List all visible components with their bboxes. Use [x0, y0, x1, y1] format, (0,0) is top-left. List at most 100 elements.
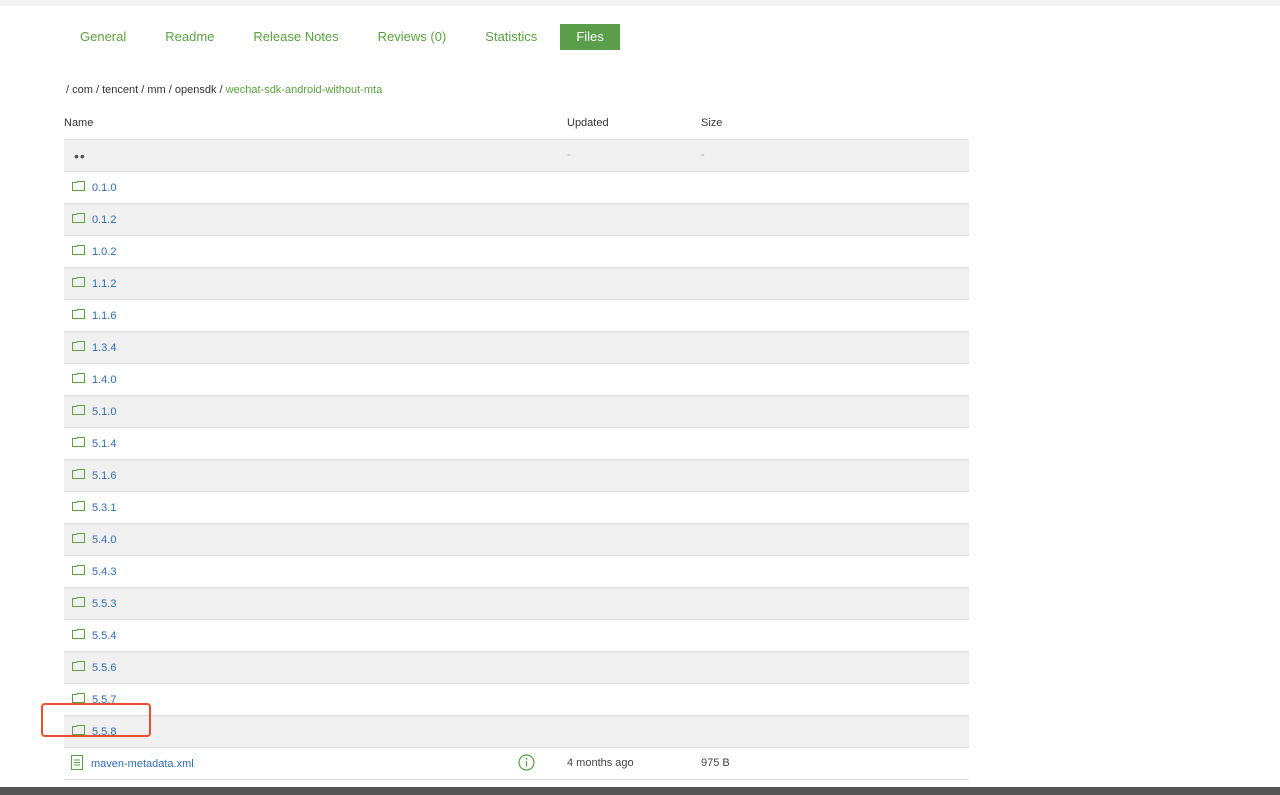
bottom-bar: [0, 787, 1280, 795]
folder-icon: [72, 405, 92, 418]
folder-link[interactable]: 1.3.4: [72, 332, 116, 363]
folder-icon: [72, 373, 92, 386]
tab-reviews[interactable]: Reviews (0): [362, 24, 463, 50]
breadcrumb-separator: /: [168, 84, 172, 96]
folder-icon: [72, 501, 92, 514]
folder-name: 5.3.1: [92, 501, 117, 514]
table-row[interactable]: 5.4.3: [64, 556, 969, 588]
info-icon[interactable]: [518, 754, 535, 771]
folder-name: 5.5.3: [92, 597, 117, 610]
breadcrumb-current: wechat-sdk-android-without-mta: [225, 84, 383, 96]
table-row[interactable]: 0.1.0: [64, 172, 969, 204]
column-header-size: Size: [701, 117, 723, 129]
table-row[interactable]: 0.1.2: [64, 204, 969, 236]
folder-link[interactable]: 1.0.2: [72, 236, 116, 267]
table-row[interactable]: 5.5.3: [64, 588, 969, 620]
folder-icon: [72, 629, 92, 642]
folder-name: 1.3.4: [92, 341, 117, 354]
breadcrumb-item-opensdk[interactable]: opensdk: [175, 84, 217, 96]
tab-release-notes[interactable]: Release Notes: [237, 24, 354, 50]
folder-icon: [72, 309, 92, 322]
tab-files[interactable]: Files: [560, 24, 620, 50]
folder-link[interactable]: 5.4.0: [72, 524, 116, 555]
table-row[interactable]: 1.0.2: [64, 236, 969, 268]
table-row[interactable]: 5.5.7: [64, 684, 969, 716]
table-row[interactable]: 5.1.6: [64, 460, 969, 492]
updated-cell: -: [567, 149, 571, 161]
table-row[interactable]: 1.1.2: [64, 268, 969, 300]
table-body: •• - - 0.1.0 0.1.2 1.0.2 1.1.2 1.1.6 1.3.4 1.4.0 5…: [64, 140, 969, 780]
tab-statistics[interactable]: Statistics: [469, 24, 553, 50]
breadcrumb: / com / tencent / mm / opensdk / wechat-…: [66, 84, 382, 96]
breadcrumb-item-mm[interactable]: mm: [147, 84, 165, 96]
folder-link[interactable]: 5.1.0: [72, 396, 116, 427]
folder-link[interactable]: 5.5.7: [72, 684, 116, 715]
breadcrumb-separator: /: [66, 84, 70, 96]
table-row[interactable]: 1.3.4: [64, 332, 969, 364]
table-row-parent[interactable]: •• - -: [64, 140, 969, 172]
folder-link[interactable]: 5.5.6: [72, 652, 116, 683]
column-header-updated: Updated: [567, 117, 609, 129]
folder-link[interactable]: 5.4.3: [72, 556, 116, 587]
folder-link[interactable]: 5.5.3: [72, 588, 116, 619]
folder-name: 1.1.6: [92, 309, 117, 322]
file-name: maven-metadata.xml: [91, 757, 194, 770]
folder-name: 0.1.2: [92, 213, 117, 226]
breadcrumb-item-com[interactable]: com: [72, 84, 93, 96]
parent-dots-icon[interactable]: ••: [72, 140, 86, 171]
folder-link[interactable]: 1.1.6: [72, 300, 116, 331]
folder-name: 1.4.0: [92, 373, 117, 386]
folder-name: 1.0.2: [92, 245, 117, 258]
folder-link[interactable]: 0.1.0: [72, 172, 116, 203]
folder-icon: [72, 661, 92, 674]
folder-icon: [72, 565, 92, 578]
folder-icon: [72, 693, 92, 706]
folder-icon: [72, 469, 92, 482]
table-row[interactable]: 5.5.8: [64, 716, 969, 748]
table-row[interactable]: 5.1.4: [64, 428, 969, 460]
folder-name: 5.5.8: [92, 725, 117, 738]
folder-name: 5.5.4: [92, 629, 117, 642]
size-cell: -: [701, 149, 705, 161]
table-row[interactable]: 5.1.0: [64, 396, 969, 428]
tab-readme[interactable]: Readme: [149, 24, 230, 50]
table-row[interactable]: 5.5.6: [64, 652, 969, 684]
updated-cell: 4 months ago: [567, 757, 634, 769]
folder-link[interactable]: 1.1.2: [72, 268, 116, 299]
table-row[interactable]: 5.4.0: [64, 524, 969, 556]
document-icon: [71, 754, 91, 773]
tab-bar: General Readme Release Notes Reviews (0)…: [64, 24, 627, 50]
tab-general[interactable]: General: [64, 24, 142, 50]
table-row[interactable]: 1.4.0: [64, 364, 969, 396]
table-row[interactable]: 5.5.4: [64, 620, 969, 652]
file-link[interactable]: maven-metadata.xml: [71, 748, 194, 779]
folder-name: 1.1.2: [92, 277, 117, 290]
folder-link[interactable]: 5.5.8: [72, 716, 116, 747]
table-row[interactable]: 1.1.6: [64, 300, 969, 332]
folder-name: 0.1.0: [92, 181, 117, 194]
folder-link[interactable]: 5.1.4: [72, 428, 116, 459]
folder-icon: [72, 181, 92, 194]
breadcrumb-separator: /: [141, 84, 145, 96]
folder-icon: [72, 277, 92, 290]
folder-link[interactable]: 1.4.0: [72, 364, 116, 395]
folder-name: 5.1.0: [92, 405, 117, 418]
breadcrumb-item-tencent[interactable]: tencent: [102, 84, 138, 96]
folder-icon: [72, 245, 92, 258]
folder-link[interactable]: 5.3.1: [72, 492, 116, 523]
folder-name: 5.1.6: [92, 469, 117, 482]
folder-icon: [72, 725, 92, 738]
folder-link[interactable]: 0.1.2: [72, 204, 116, 235]
table-header: Name Updated Size: [64, 107, 969, 140]
column-header-name: Name: [64, 117, 94, 129]
folder-name: 5.1.4: [92, 437, 117, 450]
folder-icon: [72, 341, 92, 354]
folder-link[interactable]: 5.5.4: [72, 620, 116, 651]
folder-icon: [72, 533, 92, 546]
folder-link[interactable]: 5.1.6: [72, 460, 116, 491]
size-cell: 975 B: [701, 757, 730, 769]
breadcrumb-separator: /: [95, 84, 100, 96]
table-row[interactable]: 5.3.1: [64, 492, 969, 524]
table-row-file[interactable]: maven-metadata.xml 4 months ago 975 B: [64, 748, 969, 780]
folder-name: 5.5.7: [92, 693, 117, 706]
